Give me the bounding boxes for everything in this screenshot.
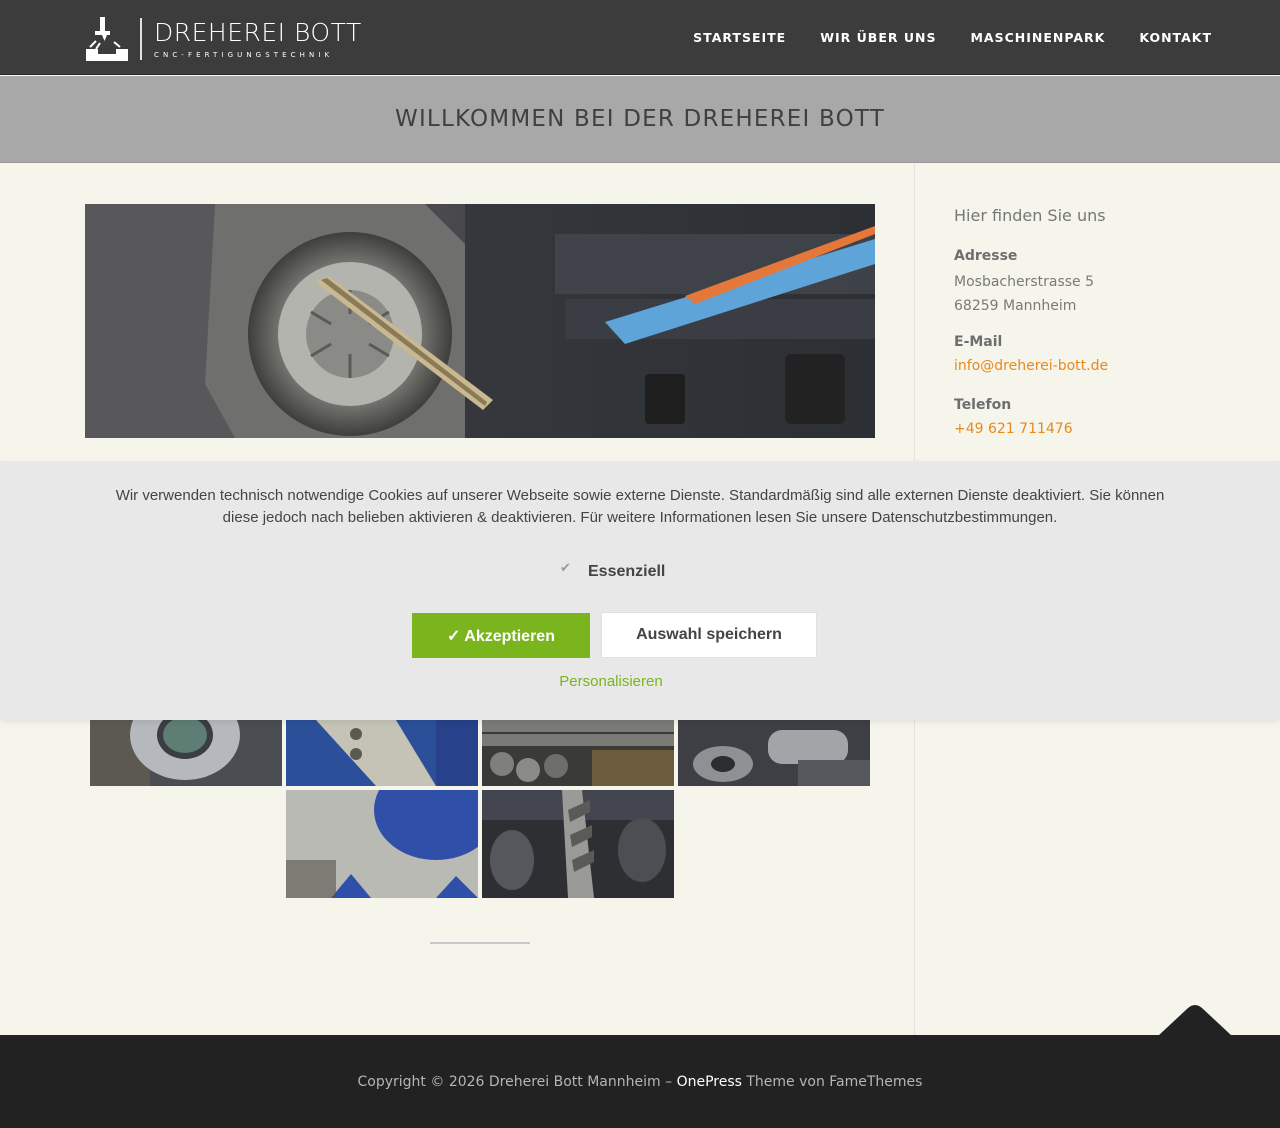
footer-copyright-prefix: Copyright © 2026 Dreherei Bott Mannheim … bbox=[357, 1073, 677, 1090]
logo-divider bbox=[140, 18, 142, 60]
address-line-2: 68259 Mannheim bbox=[954, 298, 1077, 314]
page-title-band: WILLKOMMEN BEI DER DREHEREI BOTT bbox=[0, 76, 1280, 163]
site-footer: Copyright © 2026 Dreherei Bott Mannheim … bbox=[0, 1035, 1280, 1128]
email-link[interactable]: info@dreherei-bott.de bbox=[954, 358, 1108, 374]
checkmark-icon: ✔ bbox=[560, 561, 571, 576]
gallery-image-5[interactable] bbox=[286, 790, 478, 898]
page-title: WILLKOMMEN BEI DER DREHEREI BOTT bbox=[395, 106, 885, 132]
nav-wir-ueber-uns[interactable]: WIR ÜBER UNS bbox=[820, 30, 936, 45]
cookie-consent-banner: Wir verwenden technisch notwendige Cooki… bbox=[0, 461, 1280, 720]
onepress-link[interactable]: OnePress bbox=[677, 1074, 742, 1090]
footer-copyright-suffix: Theme von FameThemes bbox=[741, 1073, 923, 1090]
essential-label: Essenziell bbox=[588, 563, 666, 580]
cookie-notice-text: Wir verwenden technisch notwendige Cooki… bbox=[115, 487, 1165, 526]
nav-maschinenpark[interactable]: MASCHINENPARK bbox=[970, 30, 1105, 45]
main-nav: STARTSEITE WIR ÜBER UNS MASCHINENPARK KO… bbox=[659, 0, 1212, 75]
personalize-link[interactable]: Personalisieren bbox=[0, 673, 1222, 690]
section-divider bbox=[430, 942, 530, 944]
gallery-image-2[interactable] bbox=[286, 720, 478, 786]
phone-link[interactable]: +49 621 711476 bbox=[954, 421, 1073, 437]
gallery-image-3[interactable] bbox=[482, 720, 674, 786]
address-line-1: Mosbacherstrasse 5 bbox=[954, 274, 1095, 290]
essential-checkbox[interactable]: ✔ Essenziell bbox=[560, 561, 665, 581]
footer-copyright: Copyright © 2026 Dreherei Bott Mannheim … bbox=[358, 1074, 923, 1090]
hero-image-drill-chuck bbox=[85, 204, 875, 438]
gallery-image-4[interactable] bbox=[678, 720, 870, 786]
lathe-logo-icon bbox=[86, 17, 128, 61]
site-logo[interactable]: DREHEREI BOTT CNC-FERTIGUNGSTECHNIK bbox=[86, 16, 362, 62]
email-label: E-Mail bbox=[954, 334, 1003, 350]
accept-button[interactable]: ✓ Akzeptieren bbox=[412, 613, 590, 658]
address-label: Adresse bbox=[954, 248, 1018, 264]
site-header: DREHEREI BOTT CNC-FERTIGUNGSTECHNIK STAR… bbox=[0, 0, 1280, 75]
logo-title: DREHEREI BOTT bbox=[154, 18, 362, 47]
phone-label: Telefon bbox=[954, 397, 1012, 413]
gallery-image-1[interactable] bbox=[90, 720, 282, 786]
save-selection-button[interactable]: Auswahl speichern bbox=[601, 612, 817, 658]
back-to-top-button[interactable] bbox=[1158, 1004, 1232, 1036]
gallery-image-6[interactable] bbox=[482, 790, 674, 898]
nav-kontakt[interactable]: KONTAKT bbox=[1139, 30, 1212, 45]
logo-text: DREHEREI BOTT CNC-FERTIGUNGSTECHNIK bbox=[154, 18, 362, 60]
nav-startseite[interactable]: STARTSEITE bbox=[693, 30, 786, 45]
logo-subtitle: CNC-FERTIGUNGSTECHNIK bbox=[154, 51, 334, 59]
chevron-up-icon bbox=[1158, 1005, 1232, 1036]
sidebar-heading: Hier finden Sie uns bbox=[954, 206, 1106, 225]
